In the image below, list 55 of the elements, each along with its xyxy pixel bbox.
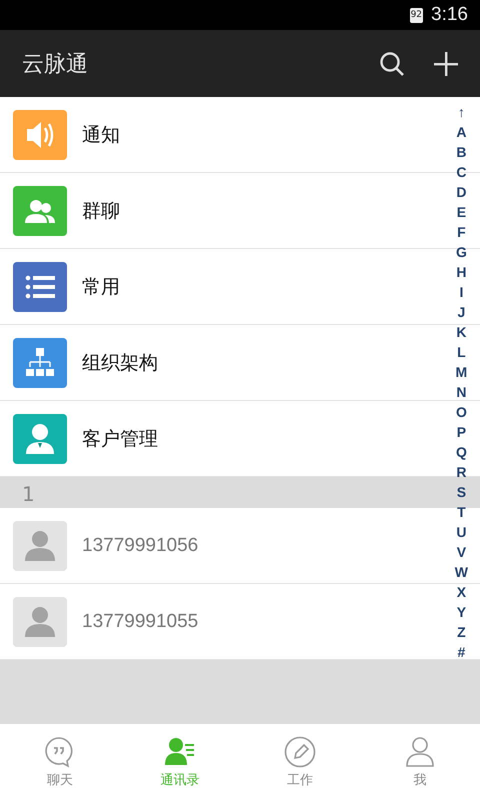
battery-level: 92 [410, 8, 424, 22]
index-letter[interactable]: O [456, 402, 467, 422]
index-letter[interactable]: F [457, 222, 466, 242]
app-title: 云脉通 [22, 50, 89, 78]
pencil-icon [284, 736, 316, 768]
menu-item[interactable]: 通知 [0, 97, 444, 172]
index-letter[interactable]: U [456, 522, 466, 542]
item-label: 群聊 [82, 198, 120, 224]
index-letter[interactable]: W [454, 562, 468, 582]
index-letter[interactable]: M [456, 362, 468, 382]
index-letter[interactable]: I [459, 282, 464, 302]
index-letter[interactable]: D [456, 182, 466, 202]
item-label: 组织架构 [82, 350, 158, 376]
search-icon [379, 50, 405, 76]
index-letter[interactable]: L [457, 342, 466, 362]
index-letter[interactable]: E [456, 202, 466, 222]
item-label: 客户管理 [82, 426, 158, 452]
menu-item[interactable]: 群聊 [0, 173, 444, 248]
index-letter[interactable]: # [457, 642, 466, 662]
contact-name: 13779991056 [82, 534, 198, 556]
index-letter[interactable]: V [456, 542, 466, 562]
item-label: 常用 [82, 274, 120, 300]
index-letter[interactable]: B [456, 142, 466, 162]
person-icon [23, 528, 57, 560]
contact-name: 13779991055 [82, 610, 198, 632]
item-label: 通知 [82, 122, 120, 148]
contact-item[interactable]: 13779991056 [0, 508, 444, 583]
person-icon [404, 736, 436, 768]
menu-item[interactable]: 常用 [0, 249, 444, 324]
tab[interactable]: 聊天 [0, 724, 120, 800]
index-letter[interactable]: N [456, 382, 466, 402]
tab[interactable]: 我 [360, 724, 480, 800]
clock-time: 3:16 [431, 4, 468, 26]
index-letter[interactable]: C [456, 162, 466, 182]
index-letter[interactable]: J [457, 302, 466, 322]
menu-item[interactable]: 客户管理 [0, 401, 444, 476]
person-icon [23, 604, 57, 636]
index-letter[interactable]: G [456, 242, 467, 262]
index-letter[interactable]: X [456, 582, 466, 602]
menu-item[interactable]: 组织架构 [0, 325, 444, 400]
index-letter[interactable]: R [456, 462, 466, 482]
index-letter[interactable]: S [456, 482, 466, 502]
index-letter[interactable]: ↑ [458, 102, 465, 122]
contacts-icon [164, 736, 196, 768]
tab[interactable]: 工作 [240, 724, 360, 800]
index-letter[interactable]: H [456, 262, 466, 282]
index-letter[interactable]: Z [457, 622, 466, 642]
index-letter[interactable]: K [456, 322, 466, 342]
index-letter[interactable]: Q [456, 442, 467, 462]
contact-item[interactable]: 13779991055 [0, 584, 444, 659]
plus-icon [433, 50, 459, 76]
index-letter[interactable]: Y [456, 602, 466, 622]
index-letter[interactable]: T [457, 502, 466, 522]
index-letter[interactable]: P [456, 422, 466, 442]
index-letter[interactable]: A [456, 122, 466, 142]
